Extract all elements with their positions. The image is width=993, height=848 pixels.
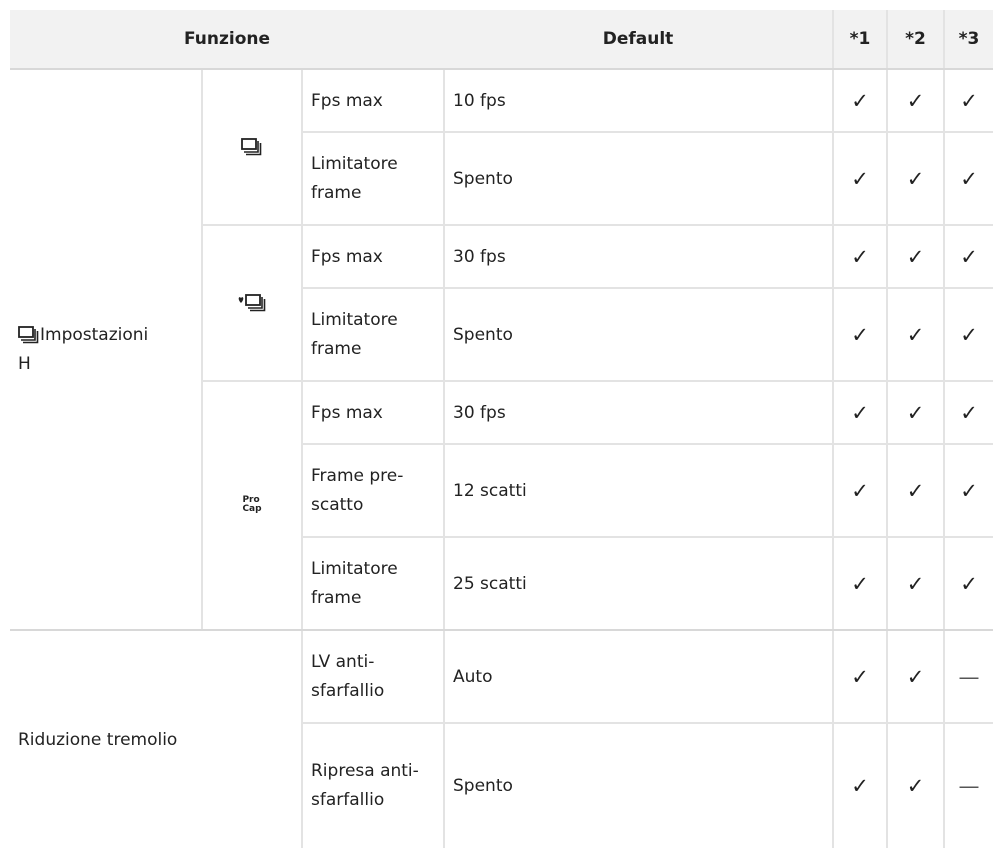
header-funzione: Funzione	[10, 10, 445, 70]
row-name: Fps max	[302, 381, 445, 445]
silent-sequential-shooting-icon	[238, 294, 266, 312]
row-name: Fps max	[302, 69, 445, 133]
sequential-shooting-icon	[18, 325, 39, 343]
check-mark: ✓	[943, 537, 993, 631]
header-col-3: *3	[943, 10, 993, 70]
check-mark: ✓	[943, 288, 993, 382]
check-mark: ✓	[832, 630, 888, 724]
row-name: Fps max	[302, 225, 445, 289]
subgroup-sequential	[202, 69, 303, 226]
check-mark: ✓	[943, 69, 993, 133]
check-mark: ✓	[886, 723, 945, 848]
row-name: Ripresa anti-sfarfallio	[300, 723, 445, 848]
row-name: Limitatore frame	[302, 537, 445, 631]
check-mark: ✓	[832, 225, 888, 289]
row-value: Spento	[443, 723, 834, 848]
check-mark: ✓	[943, 381, 993, 445]
check-mark: ✓	[832, 444, 888, 538]
dash-mark: —	[943, 723, 993, 848]
table-header-row: Funzione Default *1 *2 *3	[10, 10, 993, 70]
group-label-suffix: H	[18, 353, 31, 374]
dash-mark: —	[943, 630, 993, 724]
check-mark: ✓	[886, 225, 945, 289]
row-value: 30 fps	[443, 381, 834, 445]
row-value: 12 scatti	[443, 444, 834, 538]
row-value: Auto	[443, 630, 834, 724]
header-default: Default	[444, 10, 834, 70]
check-mark: ✓	[886, 288, 945, 382]
table-row: Impostazioni H Fps max 10 fps ✓ ✓ ✓	[10, 69, 993, 631]
row-value: Spento	[443, 132, 834, 226]
check-mark: ✓	[943, 444, 993, 538]
check-mark: ✓	[832, 69, 888, 133]
group-label-text: Impostazioni	[40, 324, 149, 345]
sequential-shooting-icon	[241, 138, 262, 156]
row-value: 30 fps	[443, 225, 834, 289]
check-mark: ✓	[832, 381, 888, 445]
check-mark: ✓	[832, 537, 888, 631]
check-mark: ✓	[886, 69, 945, 133]
table-row: Riduzione tremolio LV anti-sfarfallio Au…	[10, 630, 993, 750]
row-name: Limitatore frame	[302, 132, 445, 226]
check-mark: ✓	[943, 132, 993, 226]
group-label-riduzione-tremolio: Riduzione tremolio	[18, 729, 178, 750]
subgroup-pro-capture: Pro Cap	[202, 381, 303, 631]
check-mark: ✓	[886, 630, 945, 724]
row-name: Limitatore frame	[302, 288, 445, 382]
check-mark: ✓	[886, 381, 945, 445]
header-col-2: *2	[886, 10, 945, 70]
row-value: 10 fps	[443, 69, 834, 133]
check-mark: ✓	[832, 132, 888, 226]
row-name: Frame pre-scatto	[302, 444, 445, 538]
pro-capture-icon: Pro Cap	[242, 495, 262, 514]
check-mark: ✓	[886, 132, 945, 226]
check-mark: ✓	[886, 537, 945, 631]
row-value: Spento	[443, 288, 834, 382]
subgroup-silent-sequential	[202, 225, 303, 382]
check-mark: ✓	[832, 288, 888, 382]
check-mark: ✓	[886, 444, 945, 538]
check-mark: ✓	[943, 225, 993, 289]
header-col-1: *1	[832, 10, 888, 70]
procap-line2: Cap	[242, 503, 262, 514]
settings-table: Funzione Default *1 *2 *3 Impostazioni H	[10, 10, 993, 848]
group-label-impostazioni: Impostazioni H	[10, 69, 203, 631]
row-value: 25 scatti	[443, 537, 834, 631]
check-mark: ✓	[832, 723, 888, 848]
row-name: LV anti-sfarfallio	[300, 630, 445, 724]
